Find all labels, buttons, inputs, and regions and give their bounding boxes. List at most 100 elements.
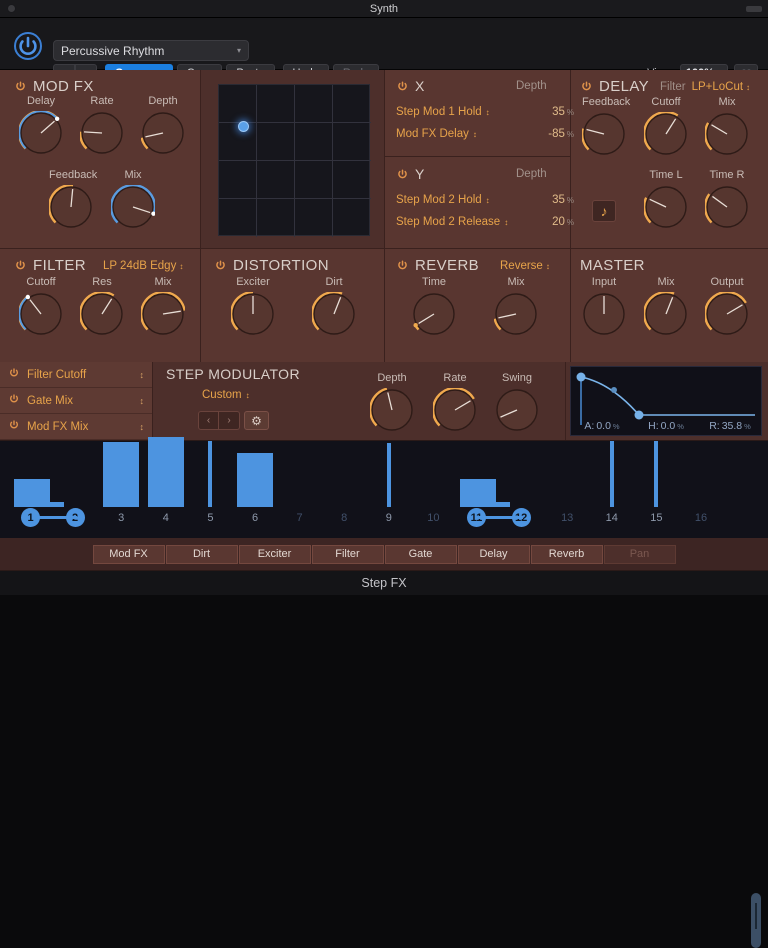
xmod-param-row[interactable]: Step Mod 1 Hold ↕ 35% <box>396 106 574 118</box>
step-number[interactable]: 10 <box>422 508 444 527</box>
footer-bar: Step FX <box>0 570 768 595</box>
reverb-time-knob[interactable] <box>412 292 456 341</box>
master-output-knob[interactable] <box>703 290 749 341</box>
filter-mix-label: Mix <box>154 276 172 288</box>
window-titlebar: Synth <box>0 0 768 18</box>
distortion-exciter-knob[interactable] <box>229 290 275 341</box>
master-input-label: Input <box>591 276 617 288</box>
step-number[interactable]: 9 <box>378 508 400 527</box>
step-number[interactable]: 8 <box>333 508 355 527</box>
tab-pan[interactable]: Pan <box>603 544 676 564</box>
xmod-power-icon[interactable] <box>396 80 409 93</box>
step-number[interactable]: 14 <box>601 508 623 527</box>
tab-mod-fx[interactable]: Mod FX <box>92 544 165 564</box>
assignment-power-icon[interactable] <box>8 418 20 436</box>
tab-dirt[interactable]: Dirt <box>165 544 238 564</box>
window-close-button[interactable] <box>7 4 16 13</box>
step-number[interactable]: 4 <box>155 508 177 527</box>
step-tie-tail <box>50 502 64 507</box>
stepmod-next-button[interactable]: › <box>219 411 240 430</box>
power-icon[interactable] <box>13 31 43 61</box>
modfx-power-icon[interactable] <box>14 80 27 93</box>
step-bar[interactable] <box>208 441 213 507</box>
assignment-row[interactable]: Gate Mix ↕ <box>0 388 152 414</box>
modfx-mix-label: Mix <box>124 169 142 181</box>
ymod-power-icon[interactable] <box>396 168 409 181</box>
step-number[interactable]: 15 <box>645 508 667 527</box>
distortion-power-icon[interactable] <box>214 259 227 272</box>
xmod-title: X <box>396 78 425 94</box>
tab-reverb[interactable]: Reverb <box>530 544 603 564</box>
stepmod-swing-knob[interactable] <box>495 388 539 437</box>
reverb-mix-knob[interactable] <box>493 292 538 341</box>
step-number[interactable]: 16 <box>690 508 712 527</box>
assignment-power-icon[interactable] <box>8 366 20 384</box>
preset-dropdown[interactable]: Percussive Rhythm ▾ <box>53 40 249 61</box>
delay-power-icon[interactable] <box>580 80 593 93</box>
reverb-mode-select[interactable]: Reverse ↕ <box>500 260 550 272</box>
ymod-param-row[interactable]: Step Mod 2 Release ↕ 20% <box>396 216 574 228</box>
xy-pad-handle[interactable] <box>238 121 250 133</box>
master-mix-knob[interactable] <box>642 290 688 341</box>
xy-pad[interactable] <box>218 84 371 237</box>
gear-icon[interactable]: ⚙ <box>244 411 269 430</box>
window-resize-handle[interactable] <box>746 6 762 12</box>
xmod-param-name: Mod FX Delay <box>396 128 469 140</box>
stepmod-prev-button[interactable]: ‹ <box>198 411 219 430</box>
step-bar[interactable] <box>609 441 614 507</box>
step-number[interactable]: 7 <box>289 508 311 527</box>
step-bar[interactable] <box>386 443 391 507</box>
master-output-label: Output <box>710 276 744 288</box>
filter-mode-select[interactable]: LP 24dB Edgy ↕ <box>103 260 183 272</box>
tab-delay[interactable]: Delay <box>457 544 530 564</box>
filter-mix-knob[interactable] <box>139 290 186 341</box>
stepmod-rate-knob[interactable] <box>431 386 477 437</box>
master-input-knob[interactable] <box>582 292 626 341</box>
reverb-power-icon[interactable] <box>396 259 409 272</box>
modfx-rate-knob[interactable] <box>78 111 124 160</box>
delay-feedback-label: Feedback <box>582 96 631 108</box>
step-bar[interactable] <box>237 453 273 507</box>
master-mix-label: Mix <box>657 276 675 288</box>
step-bar[interactable] <box>147 437 184 507</box>
assignment-row[interactable]: Mod FX Mix ↕ <box>0 414 152 440</box>
step-bar[interactable] <box>103 442 140 507</box>
step-modulator-preset-select[interactable]: Custom ↕ <box>202 389 250 401</box>
stepmod-depth-knob[interactable] <box>368 387 414 437</box>
delay-mix-knob[interactable] <box>703 112 749 161</box>
note-icon[interactable]: ♪ <box>592 200 616 222</box>
ymod-param-row[interactable]: Step Mod 2 Hold ↕ 35% <box>396 194 574 206</box>
modfx-mix-knob[interactable] <box>109 183 157 234</box>
ymod-title: Y <box>396 166 425 182</box>
modfx-feedback-label: Feedback <box>49 169 98 181</box>
xmod-param-row[interactable]: Mod FX Delay ↕ -85% <box>396 128 574 140</box>
delay-time-r-knob[interactable] <box>703 185 749 234</box>
filter-res-knob[interactable] <box>78 290 124 341</box>
delay-filter-select[interactable]: Filter LP+LoCut ↕ <box>660 81 750 93</box>
distortion-dirt-knob[interactable] <box>310 290 356 341</box>
delay-time-l-knob[interactable] <box>642 185 688 234</box>
delay-cutoff-knob[interactable] <box>642 110 688 161</box>
step-number[interactable]: 13 <box>556 508 578 527</box>
tab-filter[interactable]: Filter <box>311 544 384 564</box>
filter-power-icon[interactable] <box>14 259 27 272</box>
step-number[interactable]: 3 <box>110 508 132 527</box>
hold-unit: % <box>677 422 684 431</box>
delay-feedback-knob[interactable] <box>580 112 626 161</box>
step-bar[interactable] <box>654 441 659 507</box>
filter-cutoff-knob[interactable] <box>17 292 63 341</box>
reverb-title-label: REVERB <box>415 257 480 274</box>
assignment-row[interactable]: Filter Cutoff ↕ <box>0 362 152 388</box>
sequencer-scrollbar[interactable] <box>751 893 761 948</box>
modfx-delay-knob[interactable] <box>17 109 63 160</box>
tab-gate[interactable]: Gate <box>384 544 457 564</box>
modfx-feedback-knob[interactable] <box>47 183 93 234</box>
step-number[interactable]: 5 <box>199 508 221 527</box>
step-number[interactable]: 6 <box>244 508 266 527</box>
modfx-depth-knob[interactable] <box>140 111 185 160</box>
attack-unit: % <box>612 422 620 431</box>
assignment-power-icon[interactable] <box>8 392 20 410</box>
step-bar[interactable] <box>460 479 496 507</box>
step-bar[interactable] <box>14 479 50 507</box>
tab-exciter[interactable]: Exciter <box>238 544 311 564</box>
